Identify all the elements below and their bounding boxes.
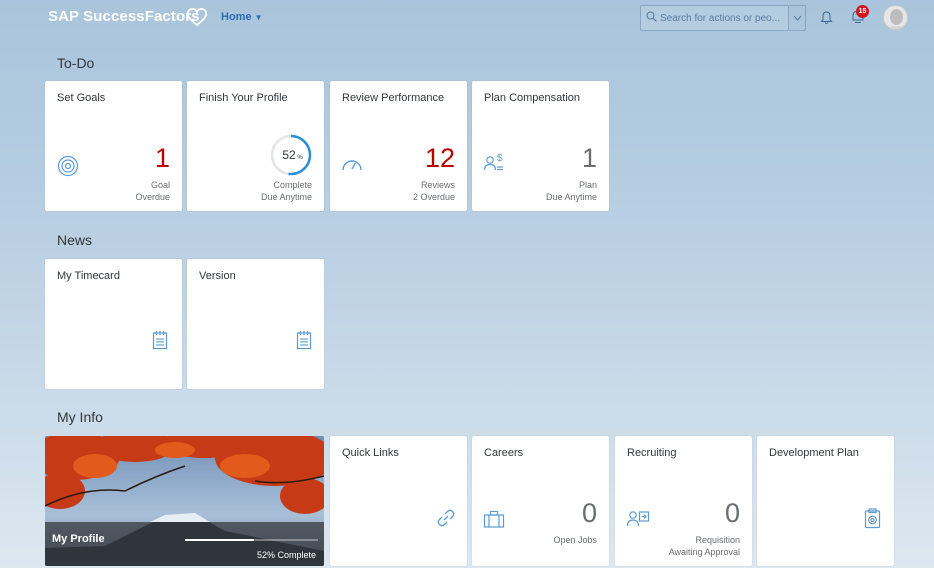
tile-my-timecard[interactable]: My Timecard [45,259,182,389]
home-menu[interactable]: Home ▼ [221,11,262,23]
tile-set-goals[interactable]: Set Goals 1 Goal Overdue [45,81,182,211]
gauge-icon [341,156,363,177]
tile-title: Quick Links [342,447,399,459]
tile-recruiting[interactable]: Recruiting 0 Requisition Awaiting Approv… [615,436,752,566]
tile-my-profile[interactable]: My Profile 52% Complete [45,436,324,566]
tile-version[interactable]: Version [187,259,324,389]
tile-footer-line: Awaiting Approval [668,547,740,557]
chevron-down-icon [793,15,801,21]
tile-footer-line: Reviews [420,180,455,190]
tile-title: Development Plan [769,447,859,459]
tile-footer: Complete Due Anytime [261,179,312,203]
clipboard-icon [864,508,881,534]
tile-footer-line: Overdue [135,192,170,202]
tile-number: 1 [581,143,597,173]
svg-text:$: $ [497,153,503,164]
chevron-down-icon: ▼ [254,13,263,22]
tile-number: 0 [581,498,597,528]
profile-progress-fill [185,539,255,541]
tile-title: Careers [484,447,524,459]
tile-title: Version [199,270,236,282]
heart-icon [186,7,208,32]
requisition-icon [626,509,650,534]
progress-ring: 52 % [269,133,313,182]
tile-footer-line: Complete [273,180,312,190]
tile-title: Review Performance [342,92,445,104]
tile-plan-compensation[interactable]: Plan Compensation $ 1 Plan Due Anytime [472,81,609,211]
tile-number: 0 [724,498,740,528]
tile-footer: Plan Due Anytime [546,179,597,203]
briefcase-icon [483,510,505,533]
bell-icon[interactable] [820,10,833,30]
timecard-icon [152,330,168,355]
profile-progress-text: 52% Complete [256,550,316,560]
tile-footer: Requisition Awaiting Approval [669,534,740,558]
progress-ring-value: 52 [282,148,296,162]
tile-footer-line: Due Anytime [545,192,597,202]
home-menu-label: Home [221,11,252,23]
tile-title: Set Goals [57,92,106,104]
tile-review-performance[interactable]: Review Performance 12 Reviews 2 Overdue [330,81,467,211]
section-title-news: News [57,232,93,248]
link-icon [436,508,456,533]
tile-footer: Goal Overdue [135,179,170,203]
progress-ring-unit: % [297,155,303,161]
tile-number: 1 [154,143,170,173]
tile-number: 12 [424,143,455,173]
profile-progress-bar [185,539,318,541]
tile-footer-line: Requisition [695,535,740,545]
document-icon [296,330,312,355]
tile-footer: Open Jobs [553,534,597,546]
compensation-icon: $ [483,152,507,177]
tile-development-plan[interactable]: Development Plan [757,436,894,566]
target-icon [56,154,80,183]
tile-finish-profile[interactable]: Finish Your Profile 52 % Complete Due An… [187,81,324,211]
tile-quick-links[interactable]: Quick Links [330,436,467,566]
user-avatar[interactable] [883,5,908,30]
tile-title: Recruiting [627,447,677,459]
section-title-todo: To-Do [57,55,95,71]
search-box [640,5,789,31]
tile-title: My Timecard [57,270,120,282]
tile-title: Plan Compensation [484,92,581,104]
tile-footer-line: Goal [150,180,170,190]
section-title-myinfo: My Info [57,409,103,425]
app-logo[interactable]: SAP SuccessFactors [48,8,200,25]
tile-footer-line: Plan [578,180,597,190]
tile-footer-line: 2 Overdue [412,192,455,202]
tile-footer-line: Due Anytime [260,192,312,202]
profile-info-bar: My Profile 52% Complete [45,522,324,566]
profile-name: My Profile [52,533,105,545]
tile-footer: Reviews 2 Overdue [413,179,455,203]
shell-bar: SAP SuccessFactors Home▼ 15 [0,0,934,40]
search-dropdown-button[interactable] [789,5,806,31]
search-icon[interactable] [646,9,657,27]
search-input[interactable] [660,12,785,24]
tile-title: Finish Your Profile [199,92,288,104]
tile-footer-line: Open Jobs [553,535,597,545]
notification-count-badge: 15 [856,5,869,18]
tile-careers[interactable]: Careers 0 Open Jobs [472,436,609,566]
